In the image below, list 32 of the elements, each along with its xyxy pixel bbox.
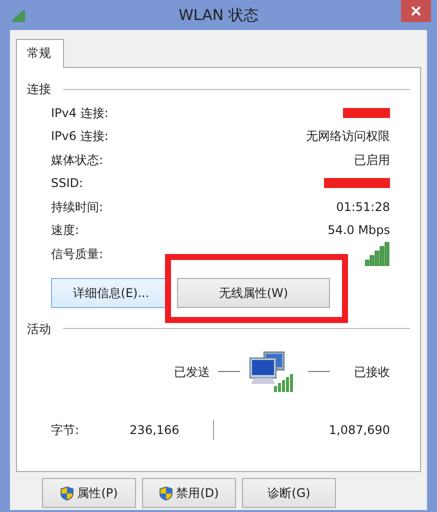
button[interactable]: 禁用(D) bbox=[142, 478, 236, 508]
wifi-signal-icon bbox=[12, 10, 26, 22]
close-icon bbox=[411, 6, 421, 16]
field-label: 媒体状态: bbox=[51, 152, 104, 169]
field-label: IPv4 连接: bbox=[51, 104, 108, 122]
section-heading: 活动 bbox=[27, 320, 51, 338]
received-label: 已接收 bbox=[354, 364, 390, 380]
field-value: 54.0 Mbps bbox=[328, 222, 390, 240]
redaction-bar bbox=[324, 178, 390, 188]
shield-icon bbox=[60, 486, 74, 500]
section-heading: 连接 bbox=[27, 81, 51, 98]
field-value: 已启用 bbox=[354, 152, 390, 169]
sent-label: 已发送 bbox=[174, 364, 210, 380]
field-label: 速度: bbox=[51, 222, 80, 240]
field-value: 无网络访问权限 bbox=[306, 128, 390, 146]
redaction-bar bbox=[343, 108, 390, 118]
tab[interactable]: 常规 bbox=[16, 39, 64, 68]
signal-strength-icon bbox=[365, 242, 390, 266]
shield-icon bbox=[159, 486, 174, 500]
field-label: IPv6 连接: bbox=[51, 128, 108, 146]
field-value: 01:51:28 bbox=[336, 198, 390, 216]
field-label: 持续时间: bbox=[51, 198, 104, 216]
field-label: 信号质量: bbox=[51, 246, 104, 263]
bytes-label: 字节: bbox=[51, 422, 80, 438]
button[interactable]: 诊断(G) bbox=[242, 478, 336, 508]
close-button[interactable] bbox=[401, 0, 431, 22]
bytes-received: 1,087,690 bbox=[328, 422, 390, 438]
field-label: SSID: bbox=[51, 175, 84, 192]
button[interactable]: 无线属性(W) bbox=[177, 278, 330, 308]
button[interactable]: 属性(P) bbox=[42, 478, 136, 508]
window-title: WLAN 状态 bbox=[178, 4, 258, 26]
bytes-sent: 236,166 bbox=[130, 422, 180, 438]
